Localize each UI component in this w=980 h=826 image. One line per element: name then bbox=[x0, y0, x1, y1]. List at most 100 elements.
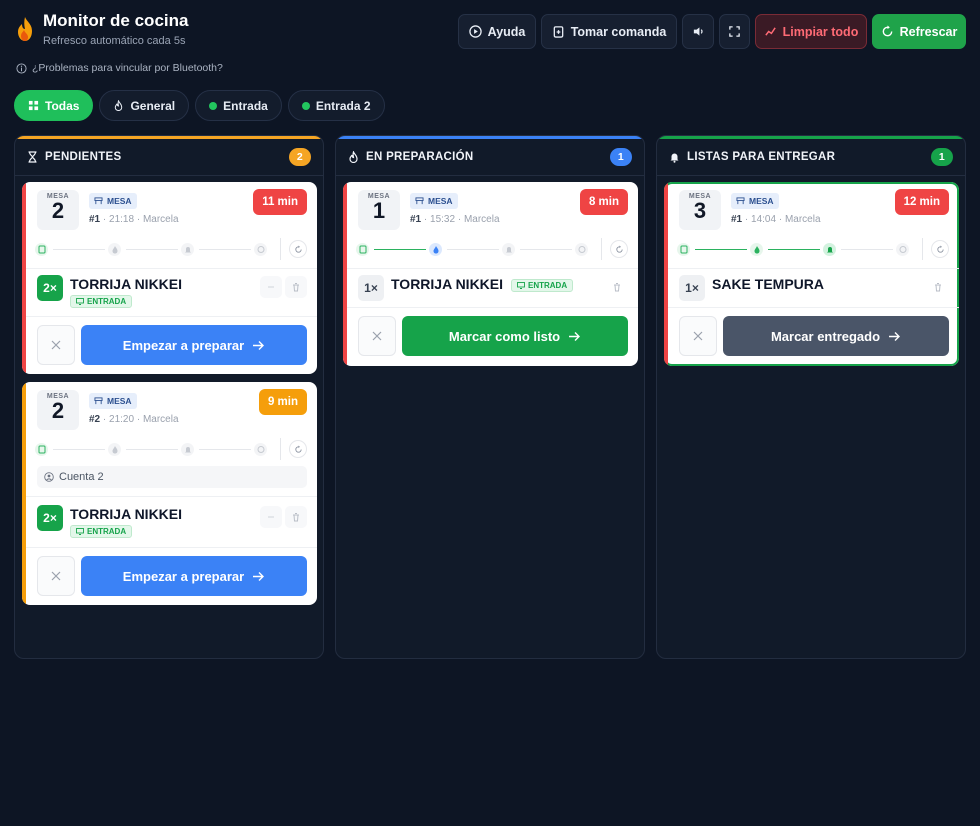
take-order-button[interactable]: Tomar comanda bbox=[541, 14, 677, 49]
table-icon bbox=[94, 197, 103, 205]
app-subtitle: Refresco automático cada 5s bbox=[43, 35, 186, 47]
item-name: TORRIJA NIKKEI bbox=[70, 506, 183, 522]
item-station-tag: ENTRADA bbox=[70, 295, 133, 308]
rotate-button[interactable] bbox=[931, 240, 949, 258]
waiter-name: Marcela bbox=[142, 214, 179, 225]
cancel-order-button[interactable] bbox=[37, 325, 75, 365]
table-number-box: MESA 2 bbox=[37, 390, 79, 430]
help-button[interactable]: Ayuda bbox=[458, 14, 536, 49]
column-header: PENDIENTES 2 bbox=[15, 139, 323, 176]
divider bbox=[26, 496, 317, 497]
start-preparing-button[interactable]: Empezar a preparar bbox=[81, 556, 307, 596]
monitor-icon bbox=[76, 298, 84, 305]
order-card: MESA 3 MESA #1 · 14:04 · Marcela 12 min … bbox=[664, 182, 959, 366]
filter-label: General bbox=[130, 98, 176, 113]
column-count-badge: 1 bbox=[931, 148, 953, 166]
card-status-bar bbox=[22, 382, 26, 605]
mark-ready-button[interactable]: Marcar como listo bbox=[402, 316, 628, 356]
close-icon bbox=[693, 331, 703, 341]
progress-line bbox=[374, 249, 426, 250]
bell-icon bbox=[670, 153, 679, 163]
bell-step-icon bbox=[823, 243, 836, 256]
cancel-order-button[interactable] bbox=[37, 556, 75, 596]
table-icon bbox=[94, 397, 103, 405]
filter-entrada[interactable]: Entrada bbox=[195, 90, 282, 121]
delete-item-button[interactable] bbox=[285, 276, 307, 298]
play-circle-icon bbox=[468, 25, 482, 38]
header: Monitor de cocina Refresco automático ca… bbox=[14, 10, 966, 50]
column-listas-para-entregar: LISTAS PARA ENTREGAR 1 MESA 3 MESA #1 · … bbox=[656, 135, 966, 659]
order-number: #2 bbox=[89, 414, 101, 425]
delete-item-button[interactable] bbox=[285, 506, 307, 528]
order-type-tag: MESA bbox=[410, 193, 458, 209]
rotate-button[interactable] bbox=[610, 240, 628, 258]
order-time: 21:18 bbox=[109, 214, 135, 225]
order-meta: #1 · 21:18 · Marcela bbox=[89, 214, 179, 225]
monitor-icon bbox=[517, 282, 525, 289]
flame-step-icon bbox=[429, 243, 442, 256]
start-preparing-button[interactable]: Empezar a preparar bbox=[81, 325, 307, 365]
order-card: MESA 2 MESA #2 · 21:20 · Marcela 9 min C… bbox=[22, 382, 317, 605]
waiter-name: Marcela bbox=[142, 414, 179, 425]
divider bbox=[668, 307, 959, 308]
order-number: #1 bbox=[89, 214, 101, 225]
clear-all-button[interactable]: Limpiar todo bbox=[755, 14, 867, 49]
refresh-icon bbox=[882, 25, 893, 37]
order-type-label: MESA bbox=[107, 396, 132, 406]
progress-line bbox=[695, 249, 747, 250]
delete-item-button[interactable] bbox=[606, 276, 628, 298]
cancel-order-button[interactable] bbox=[679, 316, 717, 356]
refresh-button[interactable]: Refrescar bbox=[872, 14, 966, 49]
arrow-right-icon bbox=[253, 340, 265, 350]
divider bbox=[280, 438, 281, 460]
progress-line bbox=[199, 249, 251, 250]
flame-icon bbox=[115, 100, 123, 111]
filter-label: Entrada 2 bbox=[315, 98, 371, 113]
elapsed-timer-badge: 12 min bbox=[894, 189, 949, 215]
grid-icon bbox=[28, 100, 39, 111]
item-quantity: 2× bbox=[37, 275, 63, 301]
column-title: PENDIENTES bbox=[45, 151, 122, 163]
decrease-button[interactable] bbox=[260, 276, 282, 298]
filter-general[interactable]: General bbox=[99, 90, 190, 121]
elapsed-timer-badge: 8 min bbox=[579, 189, 628, 215]
filter-entrada-2[interactable]: Entrada 2 bbox=[287, 90, 385, 121]
close-icon bbox=[51, 571, 61, 581]
order-meta: #1 · 15:32 · Marcela bbox=[410, 214, 500, 225]
status-progress bbox=[35, 438, 307, 460]
trash-icon bbox=[614, 283, 620, 292]
item-name: TORRIJA NIKKEI bbox=[70, 276, 183, 292]
table-icon bbox=[415, 197, 424, 205]
item-quantity: 1× bbox=[679, 275, 705, 301]
check-step-icon bbox=[254, 443, 267, 456]
item-station-label: ENTRADA bbox=[87, 527, 127, 536]
flame-logo-icon bbox=[18, 17, 32, 41]
rotate-button[interactable] bbox=[289, 440, 307, 458]
bluetooth-help-link[interactable]: ¿Problemas para vincular por Bluetooth? bbox=[16, 62, 223, 74]
account-row: Cuenta 2 bbox=[37, 466, 307, 488]
order-card: MESA 2 MESA #1 · 21:18 · Marcela 11 min … bbox=[22, 182, 317, 374]
decrease-button[interactable] bbox=[260, 506, 282, 528]
card-status-bar bbox=[343, 182, 347, 366]
order-meta: #1 · 14:04 · Marcela bbox=[731, 214, 821, 225]
sound-button[interactable] bbox=[682, 14, 714, 49]
elapsed-timer-badge: 9 min bbox=[258, 389, 307, 415]
clear-all-label: Limpiar todo bbox=[782, 24, 859, 39]
progress-line bbox=[199, 449, 251, 450]
card-status-bar bbox=[664, 182, 668, 366]
table-number: 2 bbox=[51, 198, 65, 223]
delete-item-button[interactable] bbox=[927, 276, 949, 298]
clipboard-step-icon bbox=[35, 243, 48, 256]
cancel-order-button[interactable] bbox=[358, 316, 396, 356]
column-header: EN PREPARACIÓN 1 bbox=[336, 139, 644, 176]
flame-step-icon bbox=[108, 443, 121, 456]
table-number-box: MESA 2 bbox=[37, 190, 79, 230]
trash-icon bbox=[293, 283, 299, 292]
divider bbox=[922, 238, 923, 260]
rotate-button[interactable] bbox=[289, 240, 307, 258]
fullscreen-button[interactable] bbox=[719, 14, 750, 49]
divider bbox=[26, 316, 317, 317]
filter-todas[interactable]: Todas bbox=[14, 90, 94, 121]
mark-delivered-button[interactable]: Marcar entregado bbox=[723, 316, 949, 356]
refresh-label: Refrescar bbox=[899, 24, 958, 39]
